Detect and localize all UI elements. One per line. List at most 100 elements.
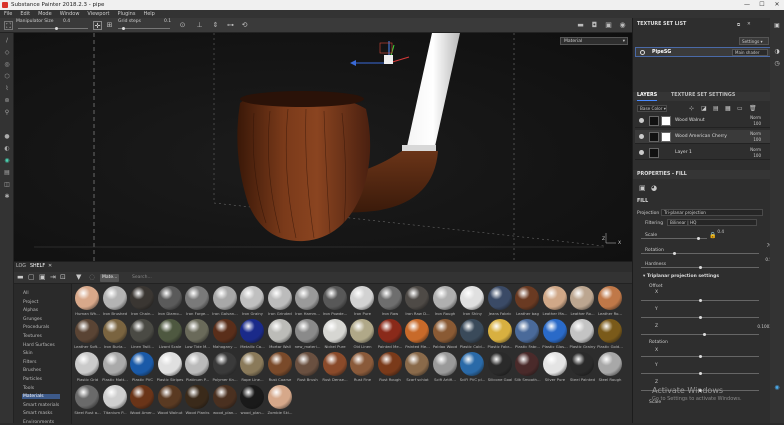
- category-item[interactable]: All: [23, 291, 29, 296]
- mask-icon[interactable]: ◐: [3, 145, 11, 153]
- filter-icon[interactable]: ◫: [3, 181, 11, 189]
- picker-icon[interactable]: ⚲: [3, 109, 11, 117]
- smudge-icon[interactable]: ⌇: [3, 85, 11, 93]
- rot-y-slider[interactable]: [641, 372, 759, 375]
- material-thumbnail[interactable]: Silver Pure: [542, 352, 569, 384]
- rot-x-slider[interactable]: [641, 355, 759, 358]
- material-thumbnail[interactable]: Jeans Fabric: [487, 286, 514, 318]
- lock-icon[interactable]: 🔒: [709, 232, 716, 239]
- rotation-slider[interactable]: [641, 252, 759, 255]
- material-thumbnail[interactable]: Rust Dense...: [322, 352, 349, 384]
- material-thumbnail[interactable]: Polymer Kn...: [212, 352, 239, 384]
- polygon-fill-icon[interactable]: ⬡: [3, 73, 11, 81]
- material-thumbnail[interactable]: new_materi...: [294, 319, 321, 351]
- menu-viewport[interactable]: Viewport: [87, 11, 109, 17]
- material-thumbnail[interactable]: Steel Painted: [569, 352, 596, 384]
- material-thumbnail[interactable]: Leather Soft...: [74, 319, 101, 351]
- menu-window[interactable]: Window: [60, 11, 80, 17]
- snap-icon[interactable]: ⊥: [195, 21, 204, 30]
- viewport-mode-select[interactable]: Material ▾: [560, 37, 628, 45]
- material-thumbnail[interactable]: Plastic Cold...: [459, 319, 486, 351]
- layer-row[interactable]: Wood Walnut Norm 100: [635, 114, 771, 128]
- category-item[interactable]: Filters: [23, 360, 37, 365]
- blend-mode[interactable]: Norm: [750, 147, 761, 152]
- align-icon[interactable]: ⇕: [211, 21, 220, 30]
- material-thumbnail[interactable]: Titanium P...: [102, 385, 129, 417]
- material-thumbnail[interactable]: Mortar Wall: [267, 319, 294, 351]
- menu-file[interactable]: File: [4, 11, 12, 17]
- material-thumbnail[interactable]: Leather Ma...: [542, 286, 569, 318]
- manipulator-size-knob[interactable]: [55, 27, 58, 30]
- material-thumbnail[interactable]: Painted Me...: [377, 319, 404, 351]
- category-item[interactable]: Smart materials: [23, 403, 59, 408]
- material-thumbnail[interactable]: Iron Grainy: [239, 286, 266, 318]
- eye-icon[interactable]: [639, 134, 644, 139]
- close-tab-icon[interactable]: ✕: [48, 263, 52, 269]
- material-properties-icon[interactable]: ◕: [651, 184, 657, 192]
- category-item[interactable]: Brushes: [23, 368, 41, 373]
- material-thumbnail[interactable]: Platinum P...: [184, 352, 211, 384]
- offset-z-slider[interactable]: [641, 333, 759, 336]
- channel-select[interactable]: Base Color ▾: [637, 105, 667, 112]
- blend-mode[interactable]: Norm: [750, 115, 761, 120]
- material-thumbnail[interactable]: Silicone Goal: [487, 352, 514, 384]
- layer-opacity[interactable]: 100: [753, 153, 761, 158]
- display-settings-icon[interactable]: ◑: [773, 48, 781, 56]
- filter-funnel-icon[interactable]: ▼: [76, 273, 81, 281]
- material-thumbnail[interactable]: Rust Rough: [377, 352, 404, 384]
- triplanar-section-title[interactable]: ▾ Triplanar projection settings: [643, 274, 719, 279]
- paint-brush-icon[interactable]: ∕: [3, 37, 11, 45]
- material-thumbnail[interactable]: Iron Powde...: [322, 286, 349, 318]
- material-thumbnail[interactable]: Iron Forge...: [184, 286, 211, 318]
- iray-icon[interactable]: ◉: [618, 21, 627, 30]
- material-thumbnail[interactable]: Wood Walnut: [157, 385, 184, 417]
- material-thumbnail[interactable]: Plastic Matt...: [102, 352, 129, 384]
- material-thumbnail[interactable]: Iron Raw: [377, 286, 404, 318]
- material-thumbnail[interactable]: Plastic Fabr...: [514, 319, 541, 351]
- material-thumbnail[interactable]: Low Tide M...: [184, 319, 211, 351]
- material-thumbnail[interactable]: Leather bag: [514, 286, 541, 318]
- category-item[interactable]: Skin: [23, 351, 33, 356]
- eye-icon[interactable]: [639, 118, 644, 123]
- maximize-button[interactable]: ☐: [755, 0, 769, 10]
- menu-plugins[interactable]: Plugins: [118, 11, 136, 17]
- material-thumbnail[interactable]: wood_plan...: [212, 385, 239, 417]
- camera-icon[interactable]: ⊙: [178, 21, 187, 30]
- material-thumbnail[interactable]: Scarf schiot: [404, 352, 431, 384]
- translate-icon[interactable]: ✛: [93, 21, 102, 30]
- material-thumbnail[interactable]: Rope Line...: [239, 352, 266, 384]
- material-thumbnail[interactable]: Linen Twill...: [129, 319, 156, 351]
- material-thumbnail[interactable]: Wood Planks: [184, 385, 211, 417]
- grid-steps-knob[interactable]: [121, 27, 125, 30]
- material-thumbnail[interactable]: Plastic Fabr...: [487, 319, 514, 351]
- manipulator-icon[interactable]: ⛶: [4, 21, 13, 30]
- material-thumbnail[interactable]: Iron Rough: [432, 286, 459, 318]
- add-effect-icon[interactable]: ⊹: [689, 105, 694, 112]
- material-icon[interactable]: ●: [3, 133, 11, 141]
- material-thumbnail[interactable]: Rust Brush: [294, 352, 321, 384]
- delete-layer-icon[interactable]: 🗑: [749, 105, 757, 112]
- offset-y-slider[interactable]: [641, 316, 759, 319]
- material-thumbnail[interactable]: Plastic Stripes: [157, 352, 184, 384]
- material-thumbnail[interactable]: Zombie Ski...: [267, 385, 294, 417]
- active-tool-icon[interactable]: ◉: [3, 157, 11, 165]
- menu-mode[interactable]: Mode: [38, 11, 52, 17]
- category-item[interactable]: Tools: [23, 386, 34, 391]
- material-thumbnail[interactable]: Iron Raw D...: [404, 286, 431, 318]
- grid-steps-slider[interactable]: [118, 27, 170, 30]
- texture-set-visible-icon[interactable]: [640, 50, 645, 55]
- undock-icon[interactable]: ⧉: [737, 22, 740, 28]
- material-thumbnail[interactable]: Rust Fine: [349, 352, 376, 384]
- add-layer-icon[interactable]: ▦: [725, 105, 731, 112]
- folder-icon[interactable]: ▬: [17, 273, 24, 281]
- shader-select[interactable]: Main shader: [732, 49, 768, 56]
- add-fill-layer-icon[interactable]: ▤: [713, 105, 719, 112]
- material-thumbnail[interactable]: Wood Amer...: [129, 385, 156, 417]
- scale-slider[interactable]: [641, 237, 707, 240]
- add-mask-icon[interactable]: ◪: [701, 105, 707, 112]
- category-item[interactable]: Materials: [22, 394, 60, 400]
- history-panel-icon[interactable]: ◷: [773, 60, 781, 68]
- help-icon[interactable]: ◉: [773, 384, 781, 392]
- material-thumbnail[interactable]: Old Linen: [349, 319, 376, 351]
- material-thumbnail[interactable]: Lizard Scale: [157, 319, 184, 351]
